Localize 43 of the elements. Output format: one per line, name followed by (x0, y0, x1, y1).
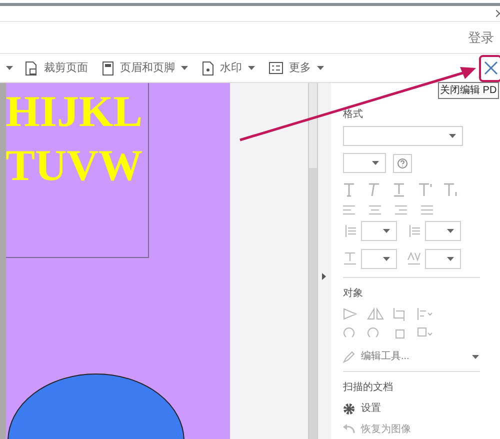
page-crop-icon (25, 60, 38, 76)
caret-icon (447, 257, 454, 261)
document-text: HIJKL (6, 86, 143, 138)
caret-icon (372, 161, 379, 165)
dropdown-field[interactable] (361, 249, 397, 269)
paragraph-spacing-icon (407, 224, 421, 238)
line-spacing-icon (343, 224, 357, 238)
document-icon (202, 60, 214, 76)
login-link[interactable]: 登录 (468, 28, 494, 48)
character-spacing-icon (407, 252, 421, 266)
page-icon (102, 60, 114, 76)
document-text: TUVW (6, 140, 143, 192)
settings-icon (343, 402, 355, 414)
dropdown-field[interactable] (343, 126, 463, 146)
toolbar-button[interactable]: 更多 (267, 60, 326, 76)
expand-arrow-icon[interactable] (322, 272, 326, 280)
toolbar-button[interactable]: 页眉和页脚 (100, 60, 190, 76)
section-title: 格式 (343, 108, 364, 122)
dropdown-field[interactable] (425, 221, 461, 241)
caret-icon (447, 229, 454, 233)
dropdown-field[interactable] (425, 249, 461, 269)
list-icon (269, 62, 283, 74)
text-scale-icon (343, 252, 357, 266)
caret-icon (472, 354, 479, 358)
menu-item[interactable]: 设置 (361, 401, 381, 416)
caret-icon (449, 134, 456, 138)
scrollbar[interactable] (308, 83, 318, 439)
caret-icon (6, 66, 13, 70)
menu-item[interactable]: 恢复为图像 (361, 422, 411, 437)
help-icon (397, 158, 408, 168)
caret-icon (383, 257, 390, 261)
section-title: 扫描的文档 (343, 380, 394, 395)
edit-tool-dropdown[interactable]: 编辑工具... (361, 349, 466, 364)
caret-icon (383, 229, 390, 233)
section-title: 对象 (343, 286, 364, 301)
toolbar-button[interactable]: 水印 (200, 60, 257, 76)
toolbar-button[interactable]: 裁剪页面 (23, 60, 90, 76)
undo-icon (343, 424, 355, 436)
dropdown-field[interactable] (361, 221, 397, 241)
dropdown-field[interactable] (343, 153, 386, 173)
help-button[interactable] (393, 154, 412, 172)
tooltip: 关闭编辑 PD (438, 82, 499, 99)
pencil-icon (343, 350, 355, 362)
